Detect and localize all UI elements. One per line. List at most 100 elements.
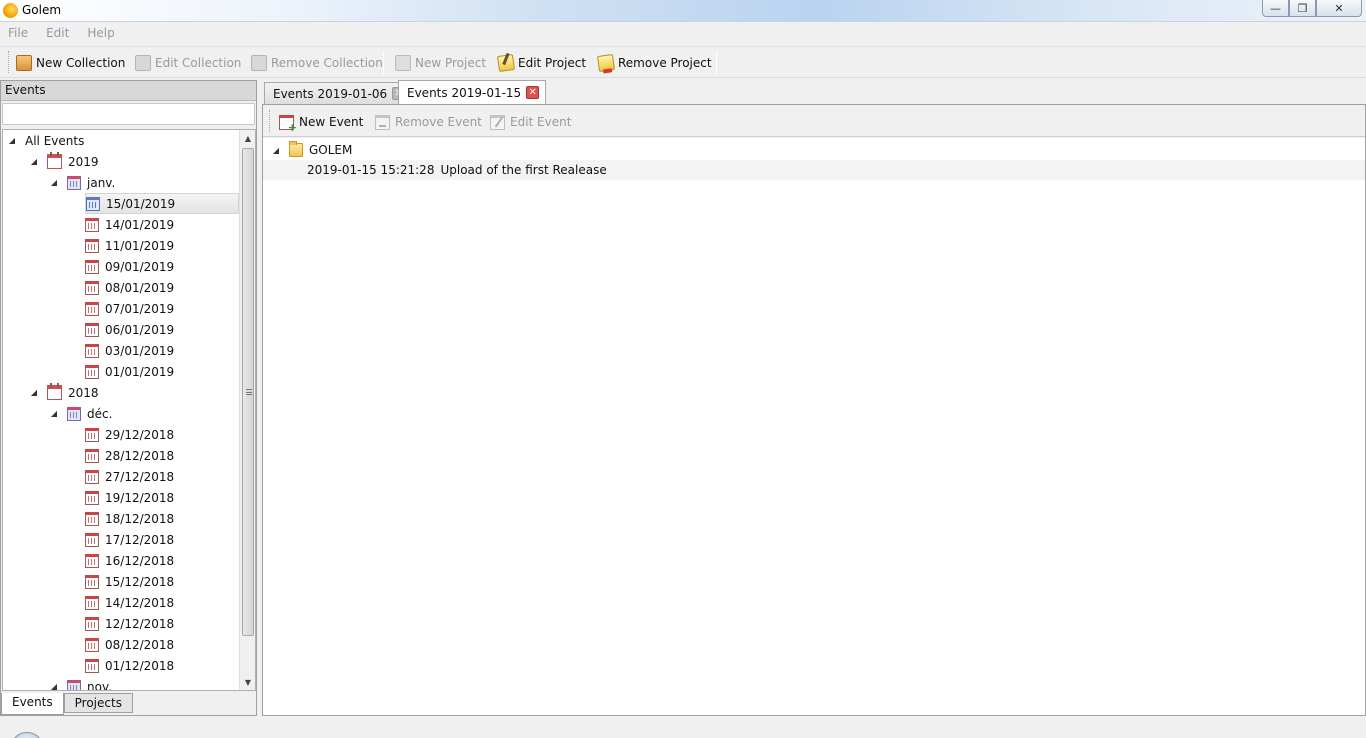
tree-day[interactable]: 08/01/2019 <box>85 277 174 298</box>
tree-day[interactable]: 08/12/2018 <box>85 634 174 655</box>
expand-arrow-icon[interactable]: ◢ <box>49 682 59 690</box>
tree-root-all-events[interactable]: ◢ All Events <box>7 130 84 151</box>
new-project-button[interactable]: New Project <box>395 54 486 72</box>
tree-day[interactable]: 15/01/2019 <box>85 193 239 214</box>
tree-day[interactable]: 03/01/2019 <box>85 340 174 361</box>
calendar-day-icon <box>85 217 99 232</box>
calendar-day-icon <box>85 616 99 631</box>
tree-day[interactable]: 09/01/2019 <box>85 256 174 277</box>
tree-item-label: 07/01/2019 <box>105 301 175 316</box>
expand-arrow-icon[interactable]: ◢ <box>29 157 39 167</box>
events-filter-input[interactable] <box>2 103 255 125</box>
tree-item-label: 12/12/2018 <box>105 616 175 631</box>
calendar-day-icon <box>85 427 99 442</box>
events-list: ◢ GOLEM 2019-01-15 15:21:28 Upload of th… <box>263 138 1365 715</box>
minimize-button[interactable]: — <box>1262 0 1289 17</box>
tree-day[interactable]: 15/12/2018 <box>85 571 174 592</box>
calendar-day-icon <box>85 553 99 568</box>
new-project-icon <box>395 55 411 71</box>
toolbar-grip[interactable] <box>8 51 11 73</box>
tree-month[interactable]: ◢ nov. <box>49 676 112 691</box>
tab-label: Events 2019-01-15 <box>407 85 522 100</box>
scroll-up-arrow-icon[interactable]: ▲ <box>240 130 255 146</box>
remove-collection-label: Remove Collection <box>271 56 383 70</box>
menu-edit[interactable]: Edit <box>46 26 69 40</box>
events-tree: ◢ All Events ◢ 2019 ◢ janv. 15/01/2019 14/01/20… <box>2 129 256 691</box>
tree-scrollbar[interactable]: ▲ ▼ <box>239 130 255 690</box>
new-event-icon <box>279 114 297 134</box>
tree-month[interactable]: ◢ déc. <box>49 403 112 424</box>
expand-arrow-icon[interactable]: ◢ <box>49 178 59 188</box>
calendar-day-icon <box>85 448 99 463</box>
new-collection-icon <box>16 55 32 71</box>
maximize-button[interactable]: ❐ <box>1289 0 1316 17</box>
tree-item-label: 2019 <box>68 154 99 169</box>
new-collection-button[interactable]: New Collection <box>16 54 125 72</box>
tree-item-label: nov. <box>87 679 112 691</box>
edit-event-button[interactable]: Edit Event <box>490 113 571 131</box>
tree-day[interactable]: 01/12/2018 <box>85 655 174 676</box>
tree-day[interactable]: 19/12/2018 <box>85 487 174 508</box>
scroll-down-arrow-icon[interactable]: ▼ <box>240 674 255 690</box>
calendar-day-icon <box>85 364 99 379</box>
tree-day[interactable]: 01/01/2019 <box>85 361 174 382</box>
expand-arrow-icon[interactable]: ◢ <box>49 409 59 419</box>
tree-day[interactable]: 07/01/2019 <box>85 298 174 319</box>
events-document: New Event Remove Event Edit Event ◢ GOLE… <box>262 104 1366 716</box>
tree-item-label: 19/12/2018 <box>105 490 175 505</box>
remove-event-button[interactable]: Remove Event <box>375 113 482 131</box>
toolbar-grip[interactable] <box>269 110 272 132</box>
event-row[interactable]: 2019-01-15 15:21:28 Upload of the first … <box>263 160 1365 180</box>
calendar-year-icon <box>47 152 62 169</box>
remove-collection-button[interactable]: Remove Collection <box>251 54 383 72</box>
tree-day[interactable]: 12/12/2018 <box>85 613 174 634</box>
remove-project-button[interactable]: Remove Project <box>596 53 712 73</box>
tree-day[interactable]: 11/01/2019 <box>85 235 174 256</box>
remove-project-icon <box>596 53 616 73</box>
tab-events-2019-01-06[interactable]: Events 2019-01-06 ✕ <box>264 82 413 104</box>
start-orb-icon[interactable] <box>10 732 44 738</box>
expand-arrow-icon[interactable]: ◢ <box>29 388 39 398</box>
collapse-arrow-icon[interactable]: ◢ <box>271 145 281 155</box>
tree-year[interactable]: ◢ 2018 <box>29 382 99 403</box>
tree-day[interactable]: 27/12/2018 <box>85 466 174 487</box>
edit-collection-icon <box>135 55 151 71</box>
calendar-day-icon <box>85 301 99 316</box>
tree-item-label: 01/01/2019 <box>105 364 175 379</box>
tree-day[interactable]: 28/12/2018 <box>85 445 174 466</box>
edit-project-button[interactable]: Edit Project <box>496 53 586 73</box>
calendar-day-icon <box>85 532 99 547</box>
expand-arrow-icon[interactable]: ◢ <box>7 136 17 146</box>
tree-day[interactable]: 29/12/2018 <box>85 424 174 445</box>
close-window-button[interactable]: ✕ <box>1316 0 1362 17</box>
new-project-label: New Project <box>415 56 487 70</box>
tab-projects[interactable]: Projects <box>63 693 133 713</box>
toolbar-separator <box>383 51 384 75</box>
tree-item-label: All Events <box>25 133 85 148</box>
close-tab-icon[interactable]: ✕ <box>526 86 540 99</box>
tree-day[interactable]: 14/12/2018 <box>85 592 174 613</box>
tree-day[interactable]: 17/12/2018 <box>85 529 174 550</box>
tree-day[interactable]: 18/12/2018 <box>85 508 174 529</box>
calendar-day-icon <box>85 322 99 337</box>
tree-item-label: 06/01/2019 <box>105 322 175 337</box>
tree-year[interactable]: ◢ 2019 <box>29 151 99 172</box>
tab-events-2019-01-15[interactable]: Events 2019-01-15 ✕ <box>398 80 547 104</box>
new-event-button[interactable]: New Event <box>279 113 363 134</box>
tree-day[interactable]: 14/01/2019 <box>85 214 174 235</box>
scroll-thumb[interactable] <box>242 148 254 636</box>
calendar-month-icon <box>67 175 81 190</box>
calendar-day-icon <box>85 574 99 589</box>
tree-day[interactable]: 06/01/2019 <box>85 319 174 340</box>
tab-events[interactable]: Events <box>1 693 64 715</box>
tree-day[interactable]: 16/12/2018 <box>85 550 174 571</box>
menu-file[interactable]: File <box>8 26 28 40</box>
tree-item-label: 08/01/2019 <box>105 280 175 295</box>
tree-item-label: 01/12/2018 <box>105 658 175 673</box>
calendar-day-icon <box>85 490 99 505</box>
edit-collection-button[interactable]: Edit Collection <box>135 54 241 72</box>
tree-month[interactable]: ◢ janv. <box>49 172 115 193</box>
menu-bar: File Edit Help <box>0 22 1366 44</box>
event-group-row[interactable]: ◢ GOLEM <box>263 140 1365 160</box>
menu-help[interactable]: Help <box>87 26 114 40</box>
